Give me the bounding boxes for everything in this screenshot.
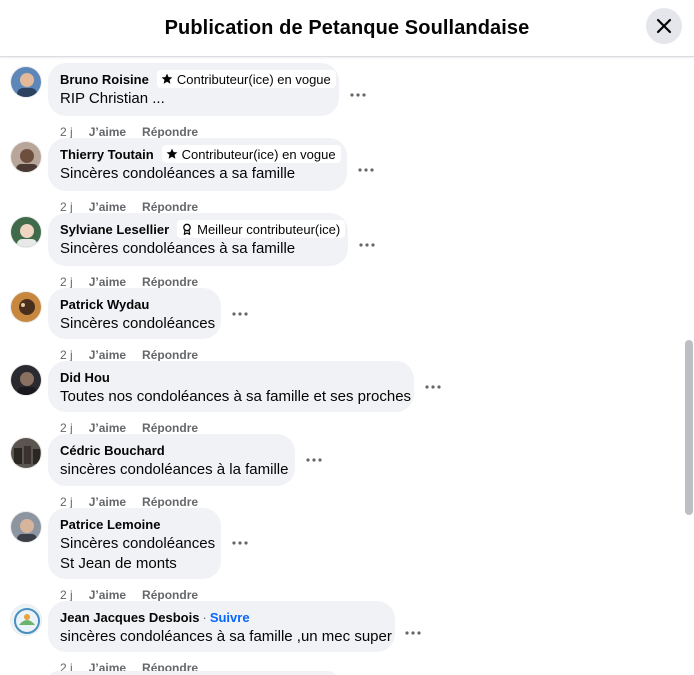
comment-author[interactable]: Did Hou xyxy=(60,370,110,385)
comment-timestamp[interactable]: 2 j xyxy=(60,348,73,362)
comment-text-line-1: Sincères condoléances xyxy=(60,535,216,552)
comment-bubble: Did Hou Toutes nos condoléances à sa fam… xyxy=(48,361,414,412)
comment-author[interactable]: Patrice Lemoine xyxy=(60,517,160,532)
comment-text: Sincères condoléances xyxy=(60,315,216,332)
comment-bubble: Patrice Lemoine Sincères condoléances St… xyxy=(48,508,221,579)
comment-text: Toutes nos condoléances à sa famille et … xyxy=(60,388,412,405)
avatar[interactable] xyxy=(10,291,42,323)
avatar[interactable] xyxy=(10,364,42,396)
comment-timestamp[interactable]: 2 j xyxy=(60,125,73,139)
comment-author[interactable]: Patrick Wydau xyxy=(60,297,149,312)
comment-text: sincères condoléances à la famille xyxy=(60,461,289,478)
comment-actions: 2 j J’aime Répondre xyxy=(60,495,198,509)
like-button[interactable]: J’aime xyxy=(89,588,126,602)
badge-label: Contributeur(ice) en vogue xyxy=(176,71,331,87)
reply-button[interactable]: Répondre xyxy=(142,495,198,509)
comment-text-line-2: St Jean de monts xyxy=(60,555,177,572)
comment-bubble: Jean Jacques Desbois · Suivre sincères c… xyxy=(48,601,395,652)
reply-button[interactable]: Répondre xyxy=(142,275,198,289)
dialog-header: Publication de Petanque Soullandaise xyxy=(0,0,694,57)
avatar[interactable] xyxy=(10,604,42,636)
reply-button[interactable]: Répondre xyxy=(142,588,198,602)
comment-timestamp[interactable]: 2 j xyxy=(60,588,73,602)
dialog-title: Publication de Petanque Soullandaise xyxy=(164,16,530,39)
more-horizontal-icon xyxy=(425,385,441,389)
more-horizontal-icon xyxy=(232,312,248,316)
contributor-badge[interactable]: Meilleur contributeur(ice) xyxy=(177,220,346,238)
more-horizontal-icon xyxy=(358,168,374,172)
more-horizontal-icon xyxy=(232,541,248,545)
comment-actions: 2 j J’aime Répondre xyxy=(60,421,198,435)
follow-button[interactable]: Suivre xyxy=(210,610,250,625)
contributor-badge[interactable]: Contributeur(ice) en vogue xyxy=(156,70,336,88)
comment-bubble: Bruno Roisine Contributeur(ice) en vogue… xyxy=(48,63,339,116)
reply-button[interactable]: Répondre xyxy=(142,200,198,214)
avatar[interactable] xyxy=(10,141,42,173)
comment-timestamp[interactable]: 2 j xyxy=(60,495,73,509)
more-horizontal-icon xyxy=(306,458,322,462)
badge-label: Meilleur contributeur(ice) xyxy=(197,221,341,237)
comment-bubble: Sylviane Lesellier Meilleur contributeur… xyxy=(48,213,348,266)
like-button[interactable]: J’aime xyxy=(89,200,126,214)
like-button[interactable]: J’aime xyxy=(89,275,126,289)
comment-author[interactable]: Sylviane Lesellier xyxy=(60,222,169,237)
comment-text: Sincères condoléances a sa famille xyxy=(60,165,296,182)
comment-bubble: Thierry Toutain Contributeur(ice) en vog… xyxy=(48,138,347,191)
comment-author[interactable]: Bruno Roisine xyxy=(60,72,149,87)
avatar[interactable] xyxy=(10,437,42,469)
comments-list[interactable]: Bruno Roisine Contributeur(ice) en vogue… xyxy=(0,57,694,675)
comment-actions: 2 j J’aime Répondre xyxy=(60,275,198,289)
contributor-badge[interactable]: Contributeur(ice) en vogue xyxy=(161,145,341,163)
comment-author[interactable]: Cédric Bouchard xyxy=(60,443,165,458)
comment-options-button[interactable] xyxy=(355,235,379,255)
comment-options-button[interactable] xyxy=(401,623,425,643)
comment-actions: 2 j J’aime Répondre xyxy=(60,348,198,362)
avatar[interactable] xyxy=(10,511,42,543)
badge-label: Contributeur(ice) en vogue xyxy=(181,146,336,162)
comment-options-button[interactable] xyxy=(421,377,445,397)
comment-author[interactable]: Thierry Toutain xyxy=(60,147,154,162)
more-horizontal-icon xyxy=(350,93,366,97)
comment-actions: 2 j J’aime Répondre xyxy=(60,200,198,214)
more-horizontal-icon xyxy=(405,631,421,635)
star-icon xyxy=(166,148,178,159)
comment-options-button[interactable] xyxy=(302,450,326,470)
more-horizontal-icon xyxy=(359,243,375,247)
comment-options-button[interactable] xyxy=(228,533,252,553)
close-icon xyxy=(656,18,672,34)
close-button[interactable] xyxy=(646,8,682,44)
comment-timestamp[interactable]: 2 j xyxy=(60,200,73,214)
comment-timestamp[interactable]: 2 j xyxy=(60,275,73,289)
comment-options-button[interactable] xyxy=(228,304,252,324)
comment-text: sincères condoléances à sa famille ,un m… xyxy=(60,628,392,645)
reply-button[interactable]: Répondre xyxy=(142,125,198,139)
comment-text: Sincères condoléances à sa famille xyxy=(60,240,296,257)
comment-actions: 2 j J’aime Répondre xyxy=(60,588,198,602)
reply-button[interactable]: Répondre xyxy=(142,348,198,362)
separator-dot: · xyxy=(202,609,207,625)
like-button[interactable]: J’aime xyxy=(89,421,126,435)
like-button[interactable]: J’aime xyxy=(89,348,126,362)
like-button[interactable]: J’aime xyxy=(89,495,126,509)
comment-author[interactable]: Jean Jacques Desbois xyxy=(60,610,199,625)
comment-text: RIP Christian ... xyxy=(60,90,165,107)
reply-button[interactable]: Répondre xyxy=(142,421,198,435)
comment-options-button[interactable] xyxy=(346,85,370,105)
comment-timestamp[interactable]: 2 j xyxy=(60,421,73,435)
rosette-icon xyxy=(183,223,191,235)
like-button[interactable]: J’aime xyxy=(89,125,126,139)
avatar[interactable] xyxy=(10,66,42,98)
star-icon xyxy=(161,73,173,84)
comment-bubble: Cédric Bouchard sincères condoléances à … xyxy=(48,434,295,486)
previous-comment-actions xyxy=(60,57,180,59)
avatar[interactable] xyxy=(10,216,42,248)
scrollbar-thumb[interactable] xyxy=(685,340,693,515)
comment-actions: 2 j J’aime Répondre xyxy=(60,125,198,139)
comment-options-button[interactable] xyxy=(354,160,378,180)
comment-bubble: Patrick Wydau Sincères condoléances xyxy=(48,288,221,339)
next-comment-bubble xyxy=(48,671,338,675)
